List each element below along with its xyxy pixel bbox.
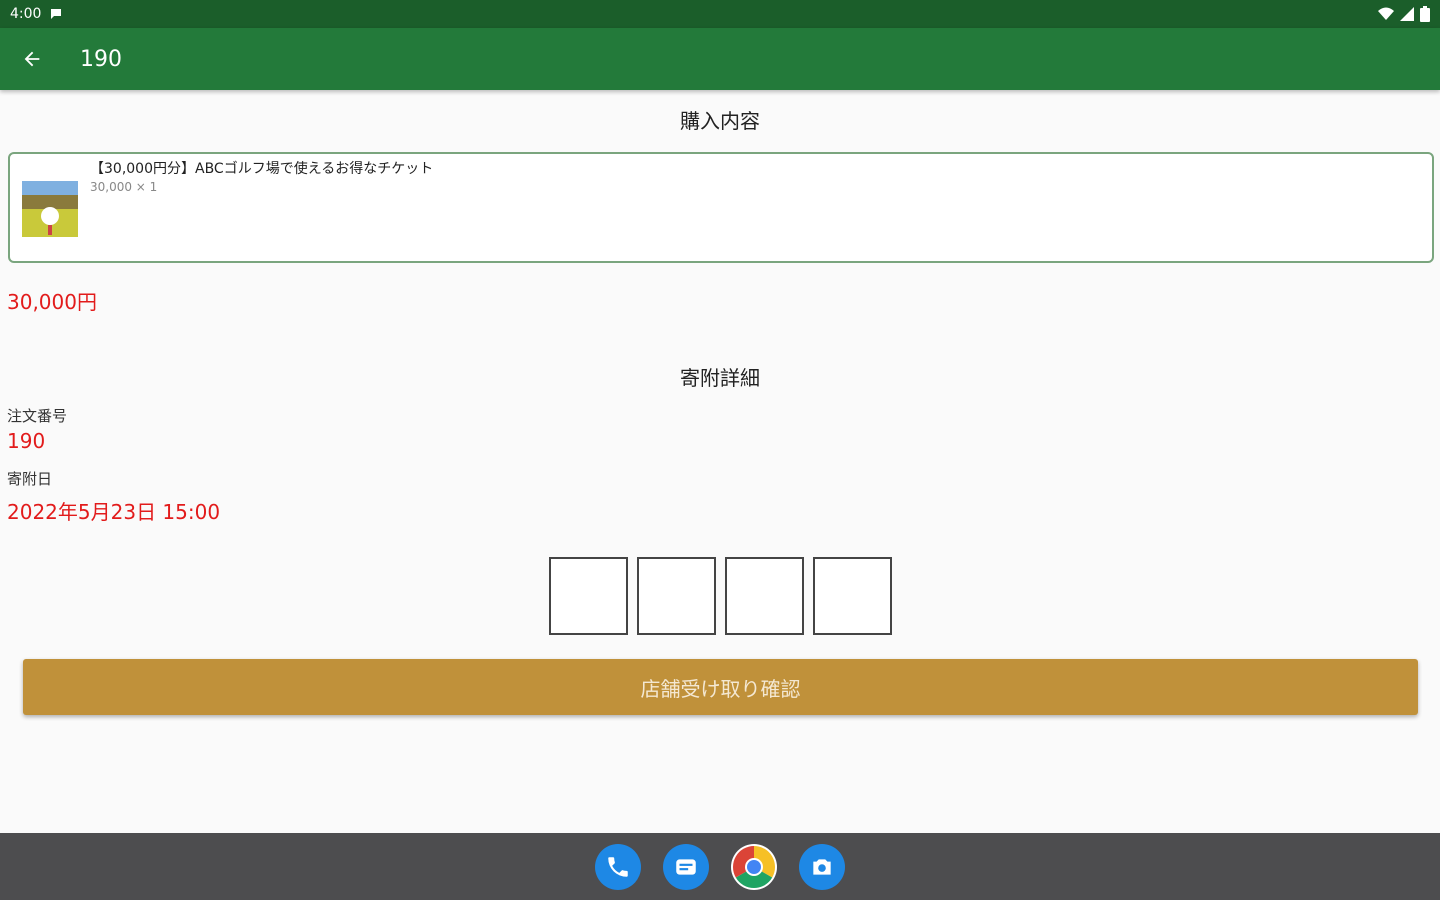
order-number-label: 注文番号 [7, 407, 68, 425]
product-price-qty: 30,000 × 1 [90, 180, 158, 194]
code-box-3[interactable] [725, 557, 804, 635]
signal-icon [1400, 7, 1414, 21]
donation-date-value: 2022年5月23日 15:00 [7, 500, 221, 524]
arrow-back-icon [24, 51, 40, 67]
camera-icon[interactable] [799, 843, 845, 890]
page-title: 190 [80, 46, 122, 72]
chrome-icon[interactable] [731, 843, 777, 890]
donation-section-title: 寄附詳細 [680, 366, 760, 390]
code-box-4[interactable] [813, 557, 892, 635]
status-bar: 4:00 [0, 0, 1440, 28]
purchase-section-title: 購入内容 [680, 109, 760, 133]
donation-date-label: 寄附日 [7, 470, 53, 488]
messages-icon[interactable] [663, 843, 709, 890]
battery-icon [1420, 6, 1430, 22]
code-input-group [549, 557, 892, 635]
status-time: 4:00 [10, 6, 42, 22]
code-box-2[interactable] [637, 557, 716, 635]
wifi-icon [1378, 7, 1394, 21]
store-pickup-confirm-button[interactable]: 店舗受け取り確認 [23, 659, 1418, 715]
product-name: 【30,000円分】ABCゴルフ場で使えるお得なチケット [90, 161, 434, 177]
code-box-1[interactable] [549, 557, 628, 635]
product-card[interactable]: 【30,000円分】ABCゴルフ場で使えるお得なチケット 30,000 × 1 [8, 152, 1434, 263]
phone-icon[interactable] [595, 843, 641, 890]
order-number-value: 190 [7, 429, 46, 453]
back-button[interactable] [0, 28, 64, 90]
app-bar: 190 [0, 28, 1440, 90]
total-amount: 30,000円 [7, 290, 97, 314]
golf-ball-thumbnail [22, 181, 78, 237]
dock [0, 833, 1440, 900]
notification-chat-icon [49, 7, 63, 21]
